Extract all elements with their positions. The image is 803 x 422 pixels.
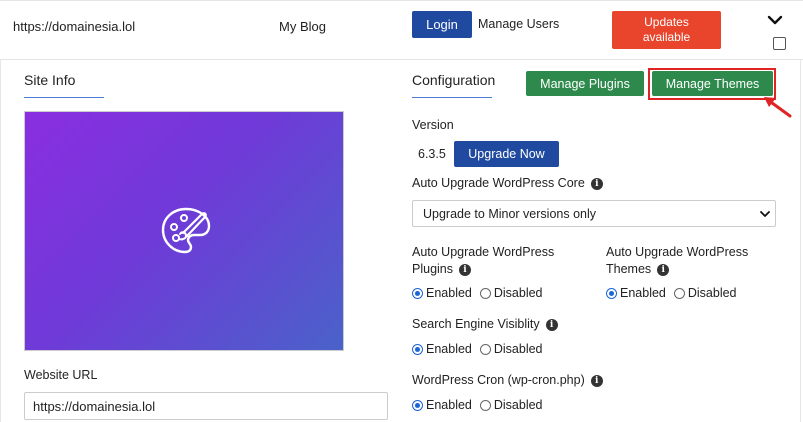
search-enabled-radio[interactable] [412,343,423,355]
arrow-pointer-icon [764,97,792,118]
themes-disabled-radio[interactable] [673,287,685,299]
plugins-enabled-option[interactable]: Enabled [412,286,472,300]
cron-enabled-option[interactable]: Enabled [412,398,472,412]
frame-border-right [800,0,801,422]
auto-upgrade-plugins-radios: Enabled Disabled [412,286,551,300]
chevron-down-icon[interactable] [767,12,783,28]
search-disabled-radio[interactable] [479,343,491,355]
search-visibility-radios: Enabled Disabled [412,342,551,356]
upgrade-now-button[interactable]: Upgrade Now [454,141,559,167]
login-button[interactable]: Login [412,11,472,38]
select-site-checkbox[interactable] [773,37,786,50]
enabled-label: Enabled [620,286,666,300]
auto-upgrade-themes-radios: Enabled Disabled [606,286,745,300]
themes-enabled-option[interactable]: Enabled [606,286,666,300]
manage-plugins-button[interactable]: Manage Plugins [526,71,644,96]
website-url-label: Website URL [24,368,98,382]
disabled-label: Disabled [687,286,737,300]
plugins-enabled-radio[interactable] [412,287,423,299]
configuration-underline [412,97,492,98]
auto-upgrade-plugins-line2: Plugins [412,262,453,276]
auto-upgrade-core-select[interactable]: Upgrade to Minor versions only [412,200,776,227]
enabled-label: Enabled [426,342,472,356]
site-info-underline [24,97,104,98]
enabled-label: Enabled [426,286,472,300]
frame-border-left [0,0,1,422]
auto-upgrade-core-text: Auto Upgrade WordPress Core [412,176,585,190]
info-icon[interactable]: i [545,318,558,331]
plugins-disabled-option[interactable]: Disabled [479,286,543,300]
cron-text: WordPress Cron (wp-cron.php) [412,373,585,387]
disabled-label: Disabled [493,398,543,412]
auto-upgrade-themes-line1: Auto Upgrade WordPress [606,245,749,259]
version-label: Version [412,118,454,132]
cron-disabled-option[interactable]: Disabled [479,398,543,412]
info-icon[interactable]: i [590,374,603,387]
site-preview-image [24,111,344,351]
auto-upgrade-themes-label: Auto Upgrade WordPress Themes i [606,244,748,278]
site-info-title: Site Info [24,72,76,88]
search-disabled-option[interactable]: Disabled [479,342,543,356]
auto-upgrade-core-label: Auto Upgrade WordPress Core i [412,176,603,190]
disabled-label: Disabled [493,342,543,356]
auto-upgrade-themes-line2: Themes [606,262,652,276]
info-icon[interactable]: i [657,263,670,276]
info-icon[interactable]: i [590,177,603,190]
cron-enabled-radio[interactable] [412,399,423,411]
palette-icon [161,207,211,254]
auto-upgrade-plugins-line1: Auto Upgrade WordPress [412,245,555,259]
blog-title: My Blog [279,19,326,34]
themes-disabled-option[interactable]: Disabled [673,286,737,300]
cron-label: WordPress Cron (wp-cron.php) i [412,373,603,387]
search-visibility-label: Search Engine Visiblity i [412,317,558,331]
themes-enabled-radio[interactable] [606,287,617,299]
cron-disabled-radio[interactable] [479,399,491,411]
website-url-field[interactable] [24,392,388,420]
search-enabled-option[interactable]: Enabled [412,342,472,356]
domain-text: https://domainesia.lol [13,19,136,34]
configuration-title: Configuration [412,72,496,88]
version-value: 6.3.5 [418,147,446,161]
enabled-label: Enabled [426,398,472,412]
updates-available-button[interactable]: Updates available [612,11,721,49]
search-visibility-text: Search Engine Visiblity [412,317,540,331]
manage-users-link[interactable]: Manage Users [478,17,559,31]
chevron-down-icon [760,211,770,217]
auto-upgrade-plugins-label: Auto Upgrade WordPress Plugins i [412,244,554,278]
auto-upgrade-core-selected: Upgrade to Minor versions only [423,206,596,221]
plugins-disabled-radio[interactable] [479,287,491,299]
disabled-label: Disabled [493,286,543,300]
cron-radios: Enabled Disabled [412,398,551,412]
info-icon[interactable]: i [459,263,471,276]
